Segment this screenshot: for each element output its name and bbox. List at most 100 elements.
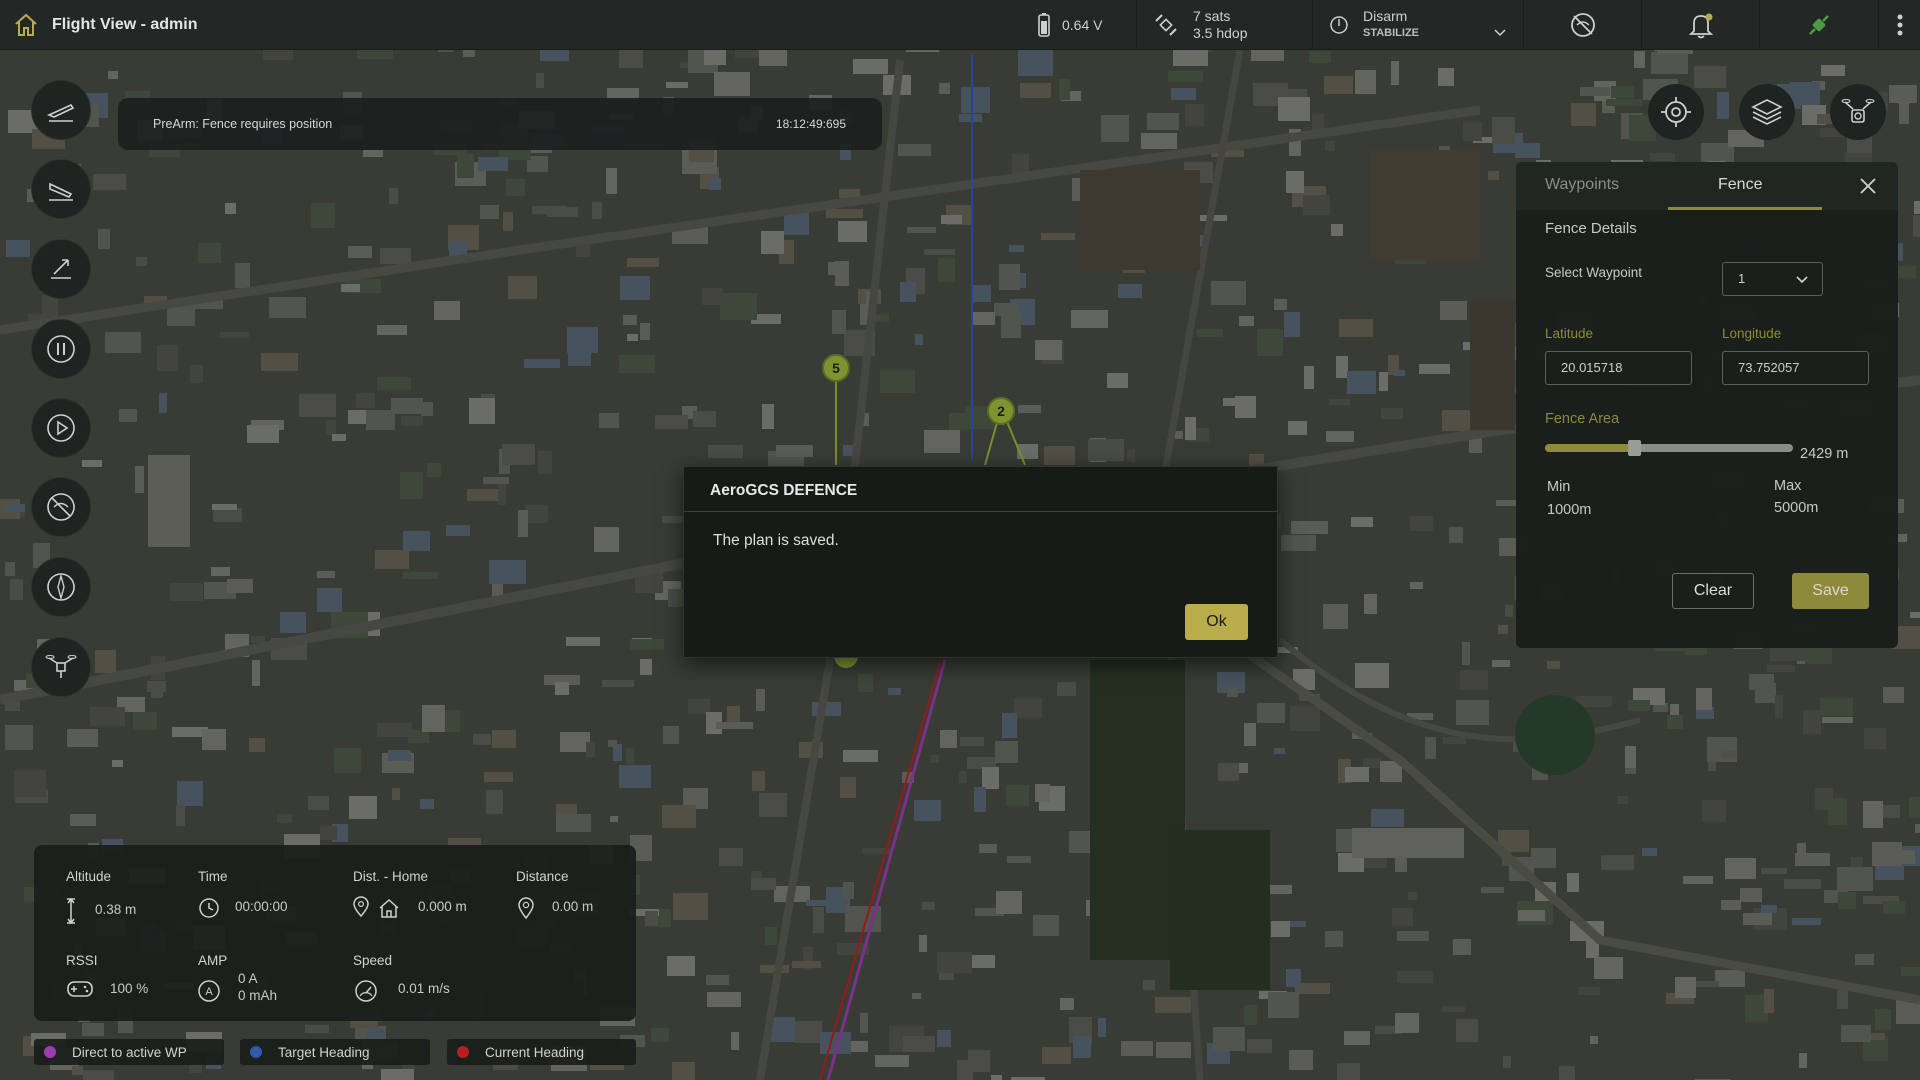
message-timestamp: 18:12:49:695: [775, 117, 846, 131]
tab-waypoints[interactable]: Waypoints: [1545, 176, 1619, 194]
land-icon: [49, 182, 73, 201]
save-button[interactable]: Save: [1792, 573, 1869, 609]
mah-value: 0 mAh: [238, 988, 278, 1003]
satellite-icon: [1155, 14, 1177, 36]
legend-label: Direct to active WP: [72, 1044, 187, 1060]
home-distance-icon: [353, 896, 399, 918]
fence-area-slider-handle[interactable]: [1627, 440, 1641, 456]
message-dialog: AeroGCS DEFENCE The plan is saved. Ok: [683, 466, 1278, 658]
no-gps-mode-button[interactable]: [32, 478, 90, 536]
mission-panel: Waypoints Fence Fence Details Select Way…: [1516, 162, 1898, 648]
drone-icon: [45, 655, 77, 678]
select-waypoint-label: Select Waypoint: [1545, 265, 1643, 280]
ok-button-label: Ok: [1206, 613, 1227, 630]
home-icon: [15, 13, 37, 36]
longitude-input[interactable]: 73.752057: [1722, 351, 1869, 385]
waypoint-marker[interactable]: 5: [822, 354, 850, 382]
waypoint-marker[interactable]: 2: [987, 397, 1015, 425]
map-layers-button[interactable]: [1739, 84, 1795, 140]
land-button[interactable]: [32, 160, 90, 218]
fence-area-label: Fence Area: [1545, 411, 1620, 427]
dist-home-value: 0.000 m: [418, 899, 467, 914]
app-title: Flight View - admin: [52, 15, 198, 33]
home-button[interactable]: [0, 0, 52, 50]
takeoff-button[interactable]: [32, 81, 90, 139]
dialog-message: The plan is saved.: [713, 532, 839, 549]
altitude-icon: [67, 897, 75, 925]
speed-value: 0.01 m/s: [398, 981, 450, 996]
fence-area-value: 2429 m: [1800, 446, 1849, 462]
gps-status: 7 sats 3.5 hdop: [1136, 0, 1312, 50]
notifications-button[interactable]: [1641, 0, 1759, 50]
longitude-label: Longitude: [1722, 326, 1782, 341]
tab-fence[interactable]: Fence: [1718, 176, 1762, 194]
legend-label: Target Heading: [278, 1044, 370, 1060]
no-signal-icon: [1570, 13, 1595, 37]
drone-button[interactable]: [32, 638, 90, 696]
prearm-message-bar: PreArm: Fence requires position 18:12:49…: [118, 98, 882, 150]
top-bar: Flight View - admin 0.64 V 7 sats 3.5 hd…: [0, 0, 1920, 50]
battery-status: 0.64 V: [1020, 0, 1136, 50]
min-value: 1000m: [1547, 502, 1592, 518]
waypoint-marker-label: 5: [832, 360, 840, 376]
fence-area-slider-fill: [1545, 444, 1634, 452]
more-menu-button[interactable]: [1878, 0, 1920, 50]
fence-area-slider[interactable]: [1545, 440, 1793, 456]
dist-home-label: Dist. - Home: [353, 869, 429, 884]
ok-button[interactable]: Ok: [1185, 604, 1248, 640]
rssi-value: 100 %: [110, 981, 149, 996]
target-icon: [1661, 97, 1691, 127]
altitude-label: Altitude: [66, 869, 112, 884]
compass-button[interactable]: [32, 558, 90, 616]
no-gps-icon: [47, 493, 75, 521]
battery-voltage: 0.64 V: [1062, 17, 1103, 33]
pause-button[interactable]: [32, 320, 90, 378]
gps-hdop: 3.5 hdop: [1193, 25, 1248, 41]
select-waypoint-value: 1: [1738, 271, 1746, 286]
ampere-icon: A: [198, 980, 220, 1002]
speed-label: Speed: [353, 953, 393, 968]
panel-tabs: Waypoints Fence: [1516, 162, 1898, 210]
chevron-down-icon: [1796, 276, 1808, 284]
center-map-button[interactable]: [1648, 84, 1704, 140]
gps-sats: 7 sats: [1193, 8, 1231, 24]
drone-camera-button[interactable]: [1830, 84, 1886, 140]
connection-button[interactable]: [1759, 0, 1878, 50]
dialog-title: AeroGCS DEFENCE: [684, 467, 1277, 512]
latitude-label: Latitude: [1545, 326, 1594, 341]
save-button-label: Save: [1812, 582, 1849, 599]
rssi-label: RSSI: [66, 953, 98, 968]
legend-direct-wp: Direct to active WP: [34, 1039, 224, 1065]
select-waypoint-dropdown[interactable]: 1: [1722, 262, 1823, 296]
speedometer-icon: [355, 980, 377, 1002]
max-label: Max: [1774, 478, 1802, 494]
drone-camera-icon: [1841, 99, 1875, 123]
amp-value: 0 A: [238, 971, 258, 986]
no-gps-button[interactable]: [1523, 0, 1641, 50]
legend-current-heading: Current Heading: [447, 1039, 636, 1065]
return-to-launch-button[interactable]: [32, 240, 90, 298]
time-label: Time: [198, 869, 228, 884]
takeoff-icon: [46, 103, 75, 122]
play-button[interactable]: [32, 399, 90, 457]
distance-label: Distance: [516, 869, 569, 884]
flight-mode: STABILIZE: [1363, 27, 1420, 39]
latitude-value: 20.015718: [1561, 360, 1623, 375]
legend-dot: [250, 1046, 262, 1058]
legend-dot: [457, 1046, 469, 1058]
amp-label: AMP: [198, 953, 228, 968]
clear-button-label: Clear: [1693, 582, 1733, 599]
arm-mode-selector[interactable]: Disarm STABILIZE: [1312, 0, 1523, 50]
active-tab-indicator: [1668, 207, 1822, 210]
prearm-message: PreArm: Fence requires position: [153, 117, 333, 131]
max-value: 5000m: [1774, 500, 1819, 516]
location-pin-icon: [518, 897, 534, 920]
min-label: Min: [1547, 479, 1571, 495]
latitude-input[interactable]: 20.015718: [1545, 351, 1692, 385]
more-vertical-icon: [1897, 14, 1902, 36]
distance-value: 0.00 m: [552, 899, 594, 914]
close-icon[interactable]: [1858, 176, 1878, 196]
legend-label: Current Heading: [485, 1044, 585, 1060]
power-icon: [1330, 16, 1348, 34]
clear-button[interactable]: Clear: [1672, 573, 1754, 609]
